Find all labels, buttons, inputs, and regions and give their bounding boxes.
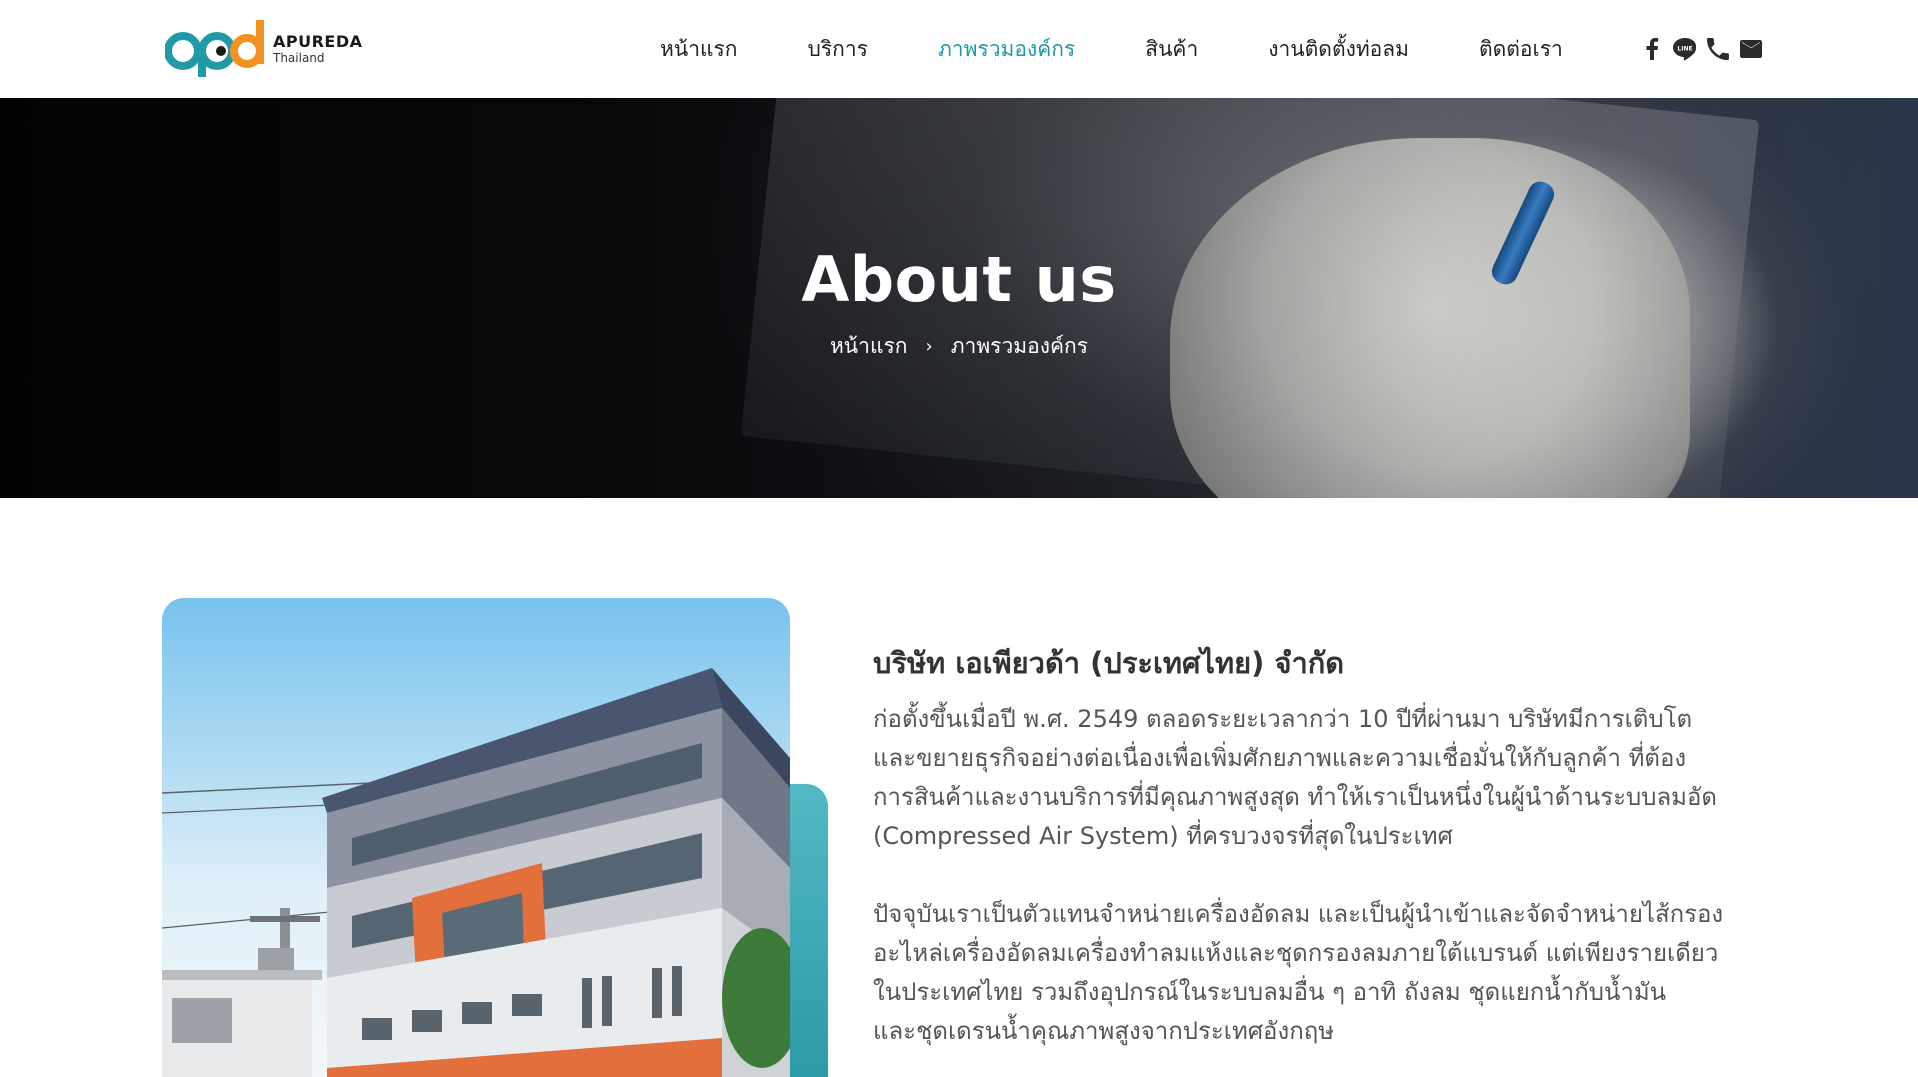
nav-item-products[interactable]: สินค้า [1145,33,1198,66]
breadcrumb: หน้าแรก › ภาพรวมองค์กร [0,330,1918,363]
breadcrumb-current: ภาพรวมองค์กร [950,334,1089,358]
site-logo[interactable]: APUREDA Thailand [165,18,365,80]
main-nav: หน้าแรก บริการ ภาพรวมองค์กร สินค้า งานติ… [660,0,1563,98]
page-title: About us [801,243,1117,316]
about-paragraph: ปัจจุบันเราเป็นตัวแทนจำหน่ายเครื่องอัดลม… [873,900,1724,1045]
about-paragraph: ก่อตั้งขึ้นเมื่อปี พ.ศ. 2549 ตลอดระยะเวล… [873,705,1717,850]
facebook-icon[interactable] [1638,35,1666,63]
hero-banner: About us หน้าแรก › ภาพรวมองค์กร [0,98,1918,498]
decorative-teal-tab [790,784,828,1077]
nav-item-home[interactable]: หน้าแรก [660,33,738,66]
nav-item-contact[interactable]: ติดต่อเรา [1479,33,1563,66]
logo-mark-icon [165,20,264,77]
phone-icon[interactable] [1704,35,1732,63]
nav-item-services[interactable]: บริการ [808,33,868,66]
site-header: APUREDA Thailand หน้าแรก บริการ ภาพรวมอง… [0,0,1918,98]
mail-icon[interactable] [1737,35,1765,63]
breadcrumb-home[interactable]: หน้าแรก [830,330,908,363]
company-title: บริษัท เอเพียวด้า (ประเทศไทย) จำกัด [873,646,1345,680]
svg-text:LINE: LINE [1677,46,1692,53]
breadcrumb-separator-icon: › [925,336,933,357]
nav-item-about[interactable]: ภาพรวมองค์กร [938,33,1075,66]
nav-item-installation[interactable]: งานติดตั้งท่อลม [1268,33,1409,66]
logo-name: APUREDA [273,32,363,51]
social-links: LINE [1638,35,1770,63]
company-building-photo [162,598,790,1077]
logo-subtitle: Thailand [273,51,325,65]
line-icon[interactable]: LINE [1671,35,1699,63]
about-section: บริษัท เอเพียวด้า (ประเทศไทย) จำกัด ก่อต… [873,640,1733,1051]
